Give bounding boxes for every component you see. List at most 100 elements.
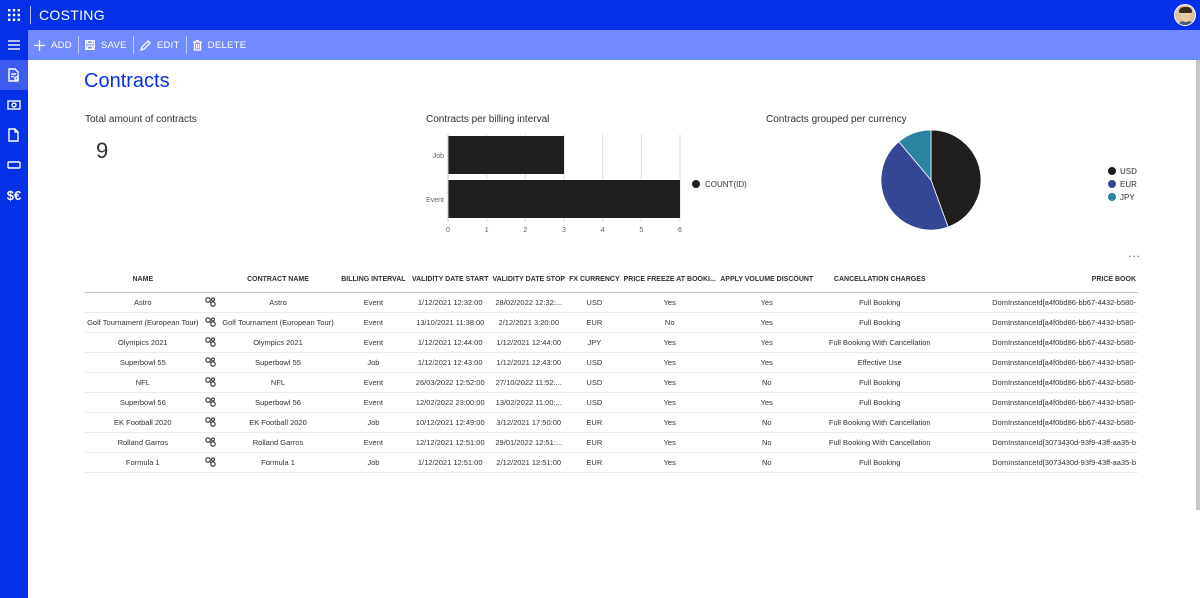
table-cell: Rolland Garros bbox=[84, 432, 202, 453]
table-cell: 2/12/2021 12:51:00 bbox=[490, 452, 568, 473]
hamburger-icon[interactable] bbox=[0, 30, 28, 60]
link-icon[interactable] bbox=[201, 312, 220, 333]
table-row[interactable]: Golf Tournament (European Tour) Golf Tour… bbox=[84, 312, 1138, 333]
title-divider bbox=[30, 6, 31, 24]
app-launcher-icon[interactable] bbox=[0, 0, 28, 30]
table-cell: 12/02/2022 23:00:00 bbox=[409, 392, 491, 413]
link-icon[interactable] bbox=[201, 352, 220, 373]
avatar[interactable] bbox=[1174, 4, 1196, 26]
x-tick-label: 1 bbox=[485, 227, 489, 234]
column-header[interactable]: NAME bbox=[84, 268, 202, 293]
table-cell: Job bbox=[336, 352, 410, 373]
bar-chart: 0 1 2 3 4 5 6 Job Event COUNT(ID) bbox=[426, 134, 747, 234]
column-header bbox=[201, 268, 220, 293]
column-header[interactable]: PRICE BOOK bbox=[943, 268, 1138, 293]
column-header[interactable]: CANCELLATION CHARGES bbox=[815, 268, 944, 293]
table-cell: DomInstanceId[3073430d-93f9-43ff-aa35-b bbox=[943, 452, 1138, 473]
legend-label: EUR bbox=[1120, 180, 1137, 189]
legend-label: USD bbox=[1120, 167, 1137, 176]
table-cell: 1/12/2021 12:32:00 bbox=[409, 292, 491, 313]
delete-button[interactable]: DELETE bbox=[187, 30, 253, 60]
table-row[interactable]: Astro Astro Event 1/12/2021 12:32:00 28/02/2… bbox=[84, 292, 1138, 313]
column-header[interactable]: FX CURRENCY bbox=[567, 268, 622, 293]
table-cell: Full Booking bbox=[815, 372, 944, 393]
table-row[interactable]: Formula 1 Formula 1 Job 1/12/2021 12:51:00 2… bbox=[84, 452, 1138, 473]
add-button[interactable]: ADD bbox=[28, 30, 78, 60]
table-row[interactable]: Rolland Garros Rolland Garros Event 12/12/2… bbox=[84, 432, 1138, 453]
table-cell: Yes bbox=[621, 412, 718, 433]
link-icon[interactable] bbox=[201, 392, 220, 413]
more-options-icon[interactable]: ... bbox=[1128, 246, 1141, 260]
table-cell: Yes bbox=[717, 392, 816, 413]
column-header[interactable]: APPLY VOLUME DISCOUNT bbox=[717, 268, 816, 293]
page-title: Contracts bbox=[84, 70, 170, 92]
kpi-value: 9 bbox=[96, 138, 109, 163]
table-cell: Golf Tournament (European Tour) bbox=[84, 312, 202, 333]
link-icon[interactable] bbox=[201, 292, 220, 313]
table-cell: 2/12/2021 3:20:00 bbox=[490, 312, 568, 333]
sidebar-item-contracts[interactable] bbox=[0, 60, 28, 90]
legend-marker bbox=[692, 180, 700, 188]
table-cell: Full Booking bbox=[815, 312, 944, 333]
table-cell: EK Football 2020 bbox=[219, 412, 337, 433]
column-header[interactable]: BILLING INTERVAL bbox=[336, 268, 410, 293]
column-header[interactable]: CONTRACT NAME bbox=[219, 268, 337, 293]
column-header[interactable]: PRICE FREEZE AT BOOKI... bbox=[621, 268, 718, 293]
table-cell: Superbowl 56 bbox=[84, 392, 202, 413]
table-cell: Yes bbox=[621, 372, 718, 393]
table-cell: 27/10/2022 11:52:... bbox=[490, 372, 568, 393]
table-cell: DomInstanceId[3073430d-93f9-43ff-aa35-b bbox=[943, 432, 1138, 453]
table-cell: EK Football 2020 bbox=[84, 412, 202, 433]
sidebar-item-costing[interactable]: $€ bbox=[0, 180, 28, 210]
table-cell: Formula 1 bbox=[219, 452, 337, 473]
table-cell: Yes bbox=[621, 352, 718, 373]
bar-event[interactable] bbox=[448, 180, 680, 218]
table-cell: Golf Tournament (European Tour) bbox=[219, 312, 337, 333]
x-tick-label: 6 bbox=[678, 227, 682, 234]
link-icon[interactable] bbox=[201, 372, 220, 393]
link-icon[interactable] bbox=[201, 452, 220, 473]
bar-job[interactable] bbox=[448, 136, 564, 174]
table-cell: No bbox=[717, 412, 816, 433]
link-icon[interactable] bbox=[201, 412, 220, 433]
command-bar: ADD SAVE EDIT DELETE bbox=[28, 30, 1200, 60]
table-cell: EUR bbox=[567, 312, 622, 333]
table-cell: Superbowl 55 bbox=[219, 352, 337, 373]
table-cell: EUR bbox=[567, 432, 622, 453]
table-cell: 1/12/2021 12:51:00 bbox=[409, 452, 491, 473]
table-cell: 29/01/2022 12:51:... bbox=[490, 432, 568, 453]
sidebar-item-bookings[interactable] bbox=[0, 150, 28, 180]
money-icon bbox=[7, 100, 21, 110]
table-cell: Full Booking With Cancellation bbox=[815, 332, 944, 353]
table-cell: 1/12/2021 12:43:00 bbox=[409, 352, 491, 373]
edit-button[interactable]: EDIT bbox=[134, 30, 186, 60]
table-cell: JPY bbox=[567, 332, 622, 353]
table-cell: Yes bbox=[621, 392, 718, 413]
table-cell: Yes bbox=[717, 352, 816, 373]
column-header[interactable]: VALIDITY DATE START bbox=[409, 268, 491, 293]
link-icon[interactable] bbox=[201, 332, 220, 353]
document-icon bbox=[8, 128, 19, 142]
pie-chart: USD EUR JPY bbox=[880, 130, 1137, 231]
vertical-scrollbar[interactable] bbox=[1196, 60, 1200, 510]
table-cell: No bbox=[717, 372, 816, 393]
table-cell: Full Booking With Cancellation bbox=[815, 412, 944, 433]
table-cell: Yes bbox=[621, 292, 718, 313]
table-cell: 28/02/2022 12:32:... bbox=[490, 292, 568, 313]
column-header[interactable]: VALIDITY DATE STOP bbox=[490, 268, 568, 293]
table-row[interactable]: Olympics 2021 Olympics 2021 Event 1/12/2021… bbox=[84, 332, 1138, 353]
table-cell: Yes bbox=[717, 332, 816, 353]
delete-icon bbox=[192, 39, 202, 51]
table-row[interactable]: NFL NFL Event 26/03/2022 12:52:00 27/10/2022… bbox=[84, 372, 1138, 393]
sidebar-item-billing[interactable] bbox=[0, 90, 28, 120]
table-row[interactable]: Superbowl 56 Superbowl 56 Event 12/02/2022 … bbox=[84, 392, 1138, 413]
save-button[interactable]: SAVE bbox=[79, 30, 133, 60]
table-cell: Full Booking With Cancellation bbox=[815, 432, 944, 453]
table-header-row: NAME CONTRACT NAME BILLING INTERVAL VALIDIT… bbox=[84, 268, 1138, 293]
table-cell: Effective Use bbox=[815, 352, 944, 373]
sidebar-item-documents[interactable] bbox=[0, 120, 28, 150]
table-cell: DomInstanceId[a4f0bd86-bb67-4432-b580- bbox=[943, 352, 1138, 373]
link-icon[interactable] bbox=[201, 432, 220, 453]
table-row[interactable]: EK Football 2020 EK Football 2020 Job 10/12… bbox=[84, 412, 1138, 433]
table-row[interactable]: Superbowl 55 Superbowl 55 Job 1/12/2021 12:… bbox=[84, 352, 1138, 373]
